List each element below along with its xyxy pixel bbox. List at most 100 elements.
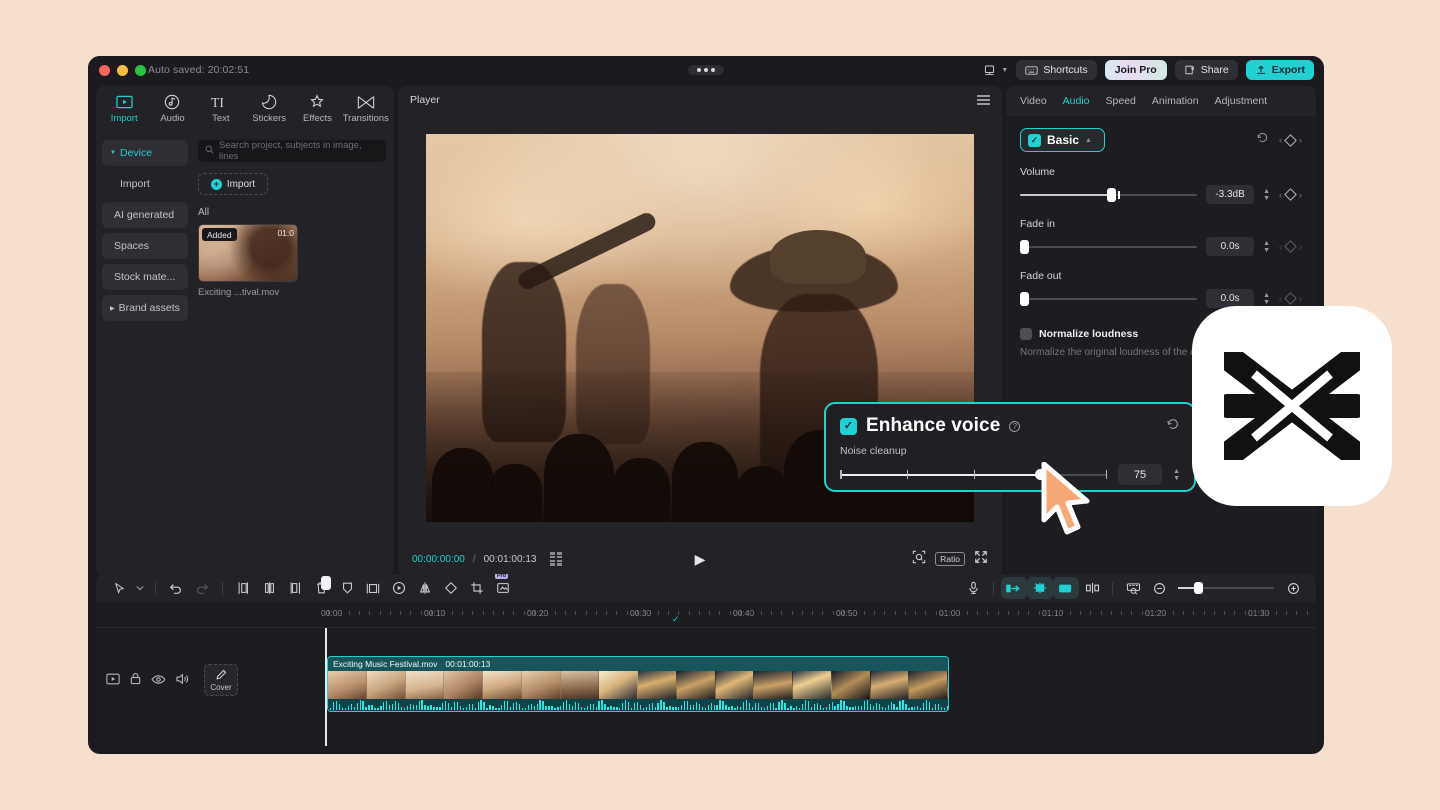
more-options-button[interactable]: [688, 65, 724, 75]
basic-toggle[interactable]: ✓ Basic ▲: [1020, 128, 1105, 152]
slider-knob[interactable]: [1035, 469, 1046, 480]
split-right-icon[interactable]: [282, 577, 308, 599]
mic-icon[interactable]: [960, 577, 986, 599]
crop-frame-icon[interactable]: [360, 577, 386, 599]
tab-adjustment[interactable]: Adjustment: [1215, 95, 1268, 107]
lock-icon[interactable]: [129, 672, 142, 690]
tab-stickers[interactable]: Stickers: [245, 94, 293, 124]
sidebar-item-ai-generated[interactable]: AI generated: [102, 202, 188, 228]
snap-left-icon[interactable]: [1001, 577, 1027, 599]
media-thumbnail[interactable]: Added 01:0: [198, 224, 298, 282]
play-button[interactable]: ▶: [695, 551, 706, 568]
mirror-icon[interactable]: [412, 577, 438, 599]
chevron-right-icon[interactable]: ›: [1299, 294, 1302, 304]
tab-transitions[interactable]: Transitions: [342, 94, 390, 124]
chevron-left-icon[interactable]: ‹: [1279, 135, 1282, 145]
timeline-ruler[interactable]: 00:00 00:10 00:20 00:30 00:40 00:50 01:0…: [96, 602, 1316, 628]
help-icon[interactable]: ?: [1009, 421, 1020, 432]
volume-value[interactable]: -3.3dB: [1206, 185, 1254, 204]
chevron-left-icon[interactable]: ‹: [1279, 294, 1282, 304]
close-window-icon[interactable]: [99, 65, 110, 76]
timeline-clip[interactable]: Exciting Music Festival.mov 00:01:00:13: [327, 656, 949, 712]
tab-import[interactable]: Import: [100, 94, 148, 124]
fade-in-stepper[interactable]: ▲▼: [1263, 240, 1270, 254]
export-button[interactable]: Export: [1246, 60, 1314, 80]
tab-audio[interactable]: Audio: [148, 94, 196, 124]
noise-cleanup-value[interactable]: 75: [1118, 464, 1162, 485]
zoom-slider[interactable]: [1178, 582, 1274, 594]
playhead-handle[interactable]: [321, 576, 331, 590]
search-input[interactable]: Search project, subjects in image, lines: [198, 140, 386, 162]
keyframe-nav-fade-out[interactable]: ‹ ›: [1279, 294, 1302, 304]
chevron-left-icon[interactable]: ‹: [1279, 190, 1282, 200]
keyframe-nav-basic[interactable]: ‹ ›: [1279, 135, 1302, 145]
volume-stepper[interactable]: ▲▼: [1263, 188, 1270, 202]
noise-cleanup-slider[interactable]: [840, 468, 1107, 482]
share-button[interactable]: Share: [1175, 60, 1238, 80]
fade-in-value[interactable]: 0.0s: [1206, 237, 1254, 256]
window-controls[interactable]: [88, 65, 146, 76]
chevron-right-icon[interactable]: ›: [1299, 190, 1302, 200]
join-pro-button[interactable]: Join Pro: [1105, 60, 1167, 80]
checkbox-icon[interactable]: ✓: [840, 418, 857, 435]
fade-out-stepper[interactable]: ▲▼: [1263, 292, 1270, 306]
select-icon[interactable]: [106, 577, 132, 599]
reset-icon[interactable]: [1166, 417, 1180, 436]
track-type-icon[interactable]: [106, 672, 120, 690]
tab-audio[interactable]: Audio: [1063, 95, 1090, 107]
chevron-right-icon[interactable]: ›: [1299, 135, 1302, 145]
fade-out-slider[interactable]: [1020, 292, 1197, 306]
slider-knob[interactable]: [1194, 582, 1203, 594]
trim-icon[interactable]: [1079, 577, 1105, 599]
tab-text[interactable]: TI Text: [197, 94, 245, 124]
media-filter-all[interactable]: All: [198, 207, 386, 218]
chevron-down-icon[interactable]: [132, 577, 148, 599]
keyframe-diamond-icon[interactable]: [1284, 188, 1297, 201]
fade-in-slider[interactable]: [1020, 240, 1197, 254]
slider-knob[interactable]: [1020, 240, 1029, 254]
tab-effects[interactable]: Effects: [293, 94, 341, 124]
player-menu-icon[interactable]: [977, 95, 990, 105]
playhead[interactable]: [325, 628, 327, 746]
sidebar-item-spaces[interactable]: Spaces: [102, 233, 188, 259]
sidebar-item-stock-materials[interactable]: Stock mate...: [102, 264, 188, 290]
checkbox-icon[interactable]: [1020, 328, 1032, 340]
visibility-icon[interactable]: [151, 672, 166, 690]
keyframe-diamond-icon[interactable]: [1284, 240, 1297, 253]
checkbox-icon[interactable]: ✓: [1028, 134, 1041, 147]
keyframe-diamond-icon[interactable]: [1284, 292, 1297, 305]
rotate-icon[interactable]: [438, 577, 464, 599]
fullscreen-icon[interactable]: [974, 550, 988, 569]
sidebar-item-brand-assets[interactable]: ▶ Brand assets: [102, 295, 188, 321]
chevron-right-icon[interactable]: ›: [1299, 242, 1302, 252]
preview-icon[interactable]: [1120, 577, 1146, 599]
noise-cleanup-stepper[interactable]: ▲▼: [1173, 468, 1180, 482]
volume-slider[interactable]: [1020, 188, 1197, 202]
media-item[interactable]: Added 01:0 Exciting ...tival.mov: [198, 224, 298, 298]
split-icon[interactable]: [256, 577, 282, 599]
keyframe-nav-volume[interactable]: ‹ ›: [1279, 190, 1302, 200]
timecode-grid-icon[interactable]: [550, 552, 562, 565]
sidebar-item-import[interactable]: Import: [102, 171, 188, 197]
shield-icon[interactable]: [334, 577, 360, 599]
undo-icon[interactable]: [163, 577, 189, 599]
shortcuts-button[interactable]: Shortcuts: [1016, 60, 1096, 80]
chevron-left-icon[interactable]: ‹: [1279, 242, 1282, 252]
keyframe-diamond-icon[interactable]: [1284, 134, 1297, 147]
keyframe-nav-fade-in[interactable]: ‹ ›: [1279, 242, 1302, 252]
ratio-button[interactable]: Ratio: [935, 552, 965, 566]
zoom-fit-icon[interactable]: [912, 550, 926, 569]
reset-icon[interactable]: [1256, 131, 1269, 149]
snap-right-icon[interactable]: [1053, 577, 1079, 599]
mute-icon[interactable]: [175, 672, 189, 690]
maximize-window-icon[interactable]: [135, 65, 146, 76]
tab-animation[interactable]: Animation: [1152, 95, 1199, 107]
zoom-in-icon[interactable]: [1280, 577, 1306, 599]
tab-video[interactable]: Video: [1020, 95, 1047, 107]
crop-icon[interactable]: [464, 577, 490, 599]
tab-speed[interactable]: Speed: [1106, 95, 1136, 107]
pro-cutout-icon[interactable]: Pro: [490, 577, 516, 599]
workspace-switcher[interactable]: ▼: [983, 64, 1008, 77]
freeze-icon[interactable]: [386, 577, 412, 599]
slider-knob[interactable]: [1107, 188, 1116, 202]
